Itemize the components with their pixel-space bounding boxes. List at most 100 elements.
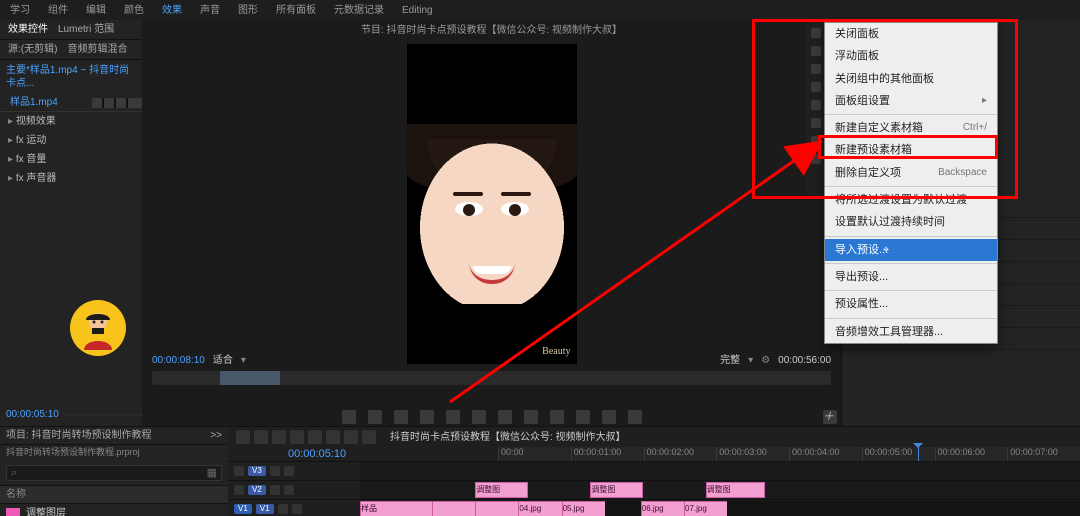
clip[interactable]: 样品 — [360, 501, 434, 516]
mute-icon[interactable] — [284, 485, 294, 495]
clip[interactable] — [432, 501, 477, 516]
track-select-icon[interactable] — [254, 430, 268, 444]
hand-tool-icon[interactable] — [344, 430, 358, 444]
folder-icon[interactable] — [811, 64, 821, 74]
folder-icon[interactable] — [811, 46, 821, 56]
menu-item[interactable]: 浮动面板 — [825, 45, 997, 67]
sequence-tab[interactable]: 抖音时尚卡点预设教程【微信公众号: 视频制作大叔】 — [390, 431, 626, 444]
folder-icon[interactable] — [811, 154, 821, 164]
slip-tool-icon[interactable] — [308, 430, 322, 444]
step-back-icon[interactable] — [420, 410, 434, 424]
ws-tab[interactable]: 颜色 — [124, 4, 144, 17]
timeline-ruler[interactable]: 00:0000:00:01:0000:00:02:0000:00:03:0000… — [498, 447, 1080, 461]
menu-item-label: 新建预设素材箱 — [835, 143, 912, 157]
clip[interactable]: 调整图 — [706, 482, 766, 498]
program-timecode[interactable]: 00:00:08:10 — [152, 354, 205, 367]
safe-margins-icon[interactable] — [628, 410, 642, 424]
lock-icon[interactable] — [234, 485, 244, 495]
mute-icon[interactable] — [292, 504, 302, 514]
ws-tab[interactable]: 声音 — [200, 4, 220, 17]
folder-icon[interactable] — [811, 118, 821, 128]
ripple-tool-icon[interactable] — [272, 430, 286, 444]
menu-item[interactable]: 导入预设...⌖ — [825, 239, 997, 261]
settings-icon[interactable]: ⚙ — [761, 354, 770, 367]
go-out-icon[interactable] — [498, 410, 512, 424]
clip[interactable]: 06.jpg — [641, 501, 686, 516]
video-track[interactable]: V3 — [228, 461, 1080, 480]
panel-tab[interactable]: 源:(无剪辑) — [8, 43, 57, 56]
eye-icon[interactable] — [278, 504, 288, 514]
lock-icon[interactable] — [234, 466, 244, 476]
menu-item[interactable]: 关闭组中的其他面板 — [825, 68, 997, 90]
resolution-dropdown[interactable]: 完整 — [720, 354, 740, 367]
clip[interactable]: 调整图 — [590, 482, 642, 498]
project-col-name[interactable]: 名称 — [0, 485, 228, 504]
bin-icon[interactable]: ▦ — [203, 466, 221, 480]
menu-item[interactable]: 删除自定义项Backspace — [825, 162, 997, 184]
eye-icon[interactable] — [270, 485, 280, 495]
fx-group[interactable]: fx 音量 — [0, 150, 142, 169]
go-in-icon[interactable] — [394, 410, 408, 424]
clip[interactable] — [475, 501, 520, 516]
fx-group[interactable]: 视频效果 — [0, 112, 142, 131]
ws-tab[interactable]: 效果 — [162, 4, 182, 17]
program-scrubber[interactable] — [152, 371, 831, 385]
clip[interactable]: 05.jpg — [562, 501, 607, 516]
menu-item[interactable]: 将所选过渡设置为默认过渡 — [825, 189, 997, 211]
razor-tool-icon[interactable] — [290, 430, 304, 444]
ws-tab[interactable]: 图形 — [238, 4, 258, 17]
panel-tab[interactable]: 音频剪辑混合 — [67, 43, 127, 56]
ws-tab[interactable]: 所有面板 — [276, 4, 316, 17]
zoom-fit[interactable]: 适合 — [213, 354, 233, 367]
eye-icon[interactable] — [270, 466, 280, 476]
folder-icon[interactable] — [811, 82, 821, 92]
menu-item[interactable]: 设置默认过渡持续时间 — [825, 211, 997, 233]
search-icon[interactable] — [811, 28, 821, 38]
timeline-timecode[interactable]: 00:00:05:10 — [288, 448, 346, 460]
project-tab[interactable]: 项目: 抖音时尚转场预设制作教程 — [6, 429, 152, 442]
play-icon[interactable] — [446, 410, 460, 424]
program-video[interactable]: Beauty — [407, 44, 577, 364]
fx-group[interactable]: fx 运动 — [0, 131, 142, 150]
mark-in-icon[interactable] — [342, 410, 356, 424]
menu-item[interactable]: 预设属性... — [825, 293, 997, 315]
menu-item[interactable]: 新建预设素材箱 — [825, 139, 997, 161]
ws-tab[interactable]: 学习 — [10, 4, 30, 17]
ws-tab[interactable]: 组件 — [48, 4, 68, 17]
export-frame-icon[interactable] — [576, 410, 590, 424]
compare-icon[interactable] — [602, 410, 616, 424]
extract-icon[interactable] — [550, 410, 564, 424]
mark-out-icon[interactable] — [368, 410, 382, 424]
project-item-label: 调整图层 — [26, 507, 66, 516]
menu-item[interactable]: 关闭面板 — [825, 23, 997, 45]
clip[interactable]: 07.jpg — [684, 501, 729, 516]
pen-tool-icon[interactable] — [326, 430, 340, 444]
clip[interactable]: 调整图 — [475, 482, 527, 498]
type-tool-icon[interactable] — [362, 430, 376, 444]
panel-tab[interactable]: Lumetri 范围 — [58, 23, 114, 36]
clip[interactable]: 04.jpg — [518, 501, 563, 516]
selection-tool-icon[interactable] — [236, 430, 250, 444]
fx-timeline-thumb[interactable] — [92, 98, 142, 108]
playhead[interactable] — [918, 447, 919, 461]
folder-icon[interactable] — [811, 100, 821, 110]
panel-tab[interactable]: 效果控件 — [8, 23, 48, 36]
button-editor-icon[interactable]: ＋ — [823, 410, 837, 424]
ws-tab[interactable]: 元数据记录 — [334, 4, 384, 17]
menu-item[interactable]: 面板组设置▸ — [825, 90, 997, 112]
video-track[interactable]: V2 调整图 调整图 调整图 — [228, 480, 1080, 499]
menu-item[interactable]: 音频增效工具管理器... — [825, 321, 997, 343]
step-fwd-icon[interactable] — [472, 410, 486, 424]
menu-item[interactable]: 导出预设... — [825, 266, 997, 288]
folder-icon[interactable] — [811, 136, 821, 146]
menu-item[interactable]: 新建自定义素材箱Ctrl+/ — [825, 117, 997, 139]
lift-icon[interactable] — [524, 410, 538, 424]
video-track[interactable]: V1V1 样品 04.jpg 05.jpg 06.jpg 07.jpg — [228, 499, 1080, 516]
project-item[interactable]: 调整图层 — [0, 504, 228, 516]
ws-tab[interactable]: Editing — [402, 4, 433, 17]
ws-tab[interactable]: 编辑 — [86, 4, 106, 17]
fx-group[interactable]: fx 声音器 — [0, 169, 142, 188]
project-search-input[interactable] — [21, 467, 202, 478]
project-search[interactable]: ⌕ ▦ — [6, 465, 222, 481]
mute-icon[interactable] — [284, 466, 294, 476]
